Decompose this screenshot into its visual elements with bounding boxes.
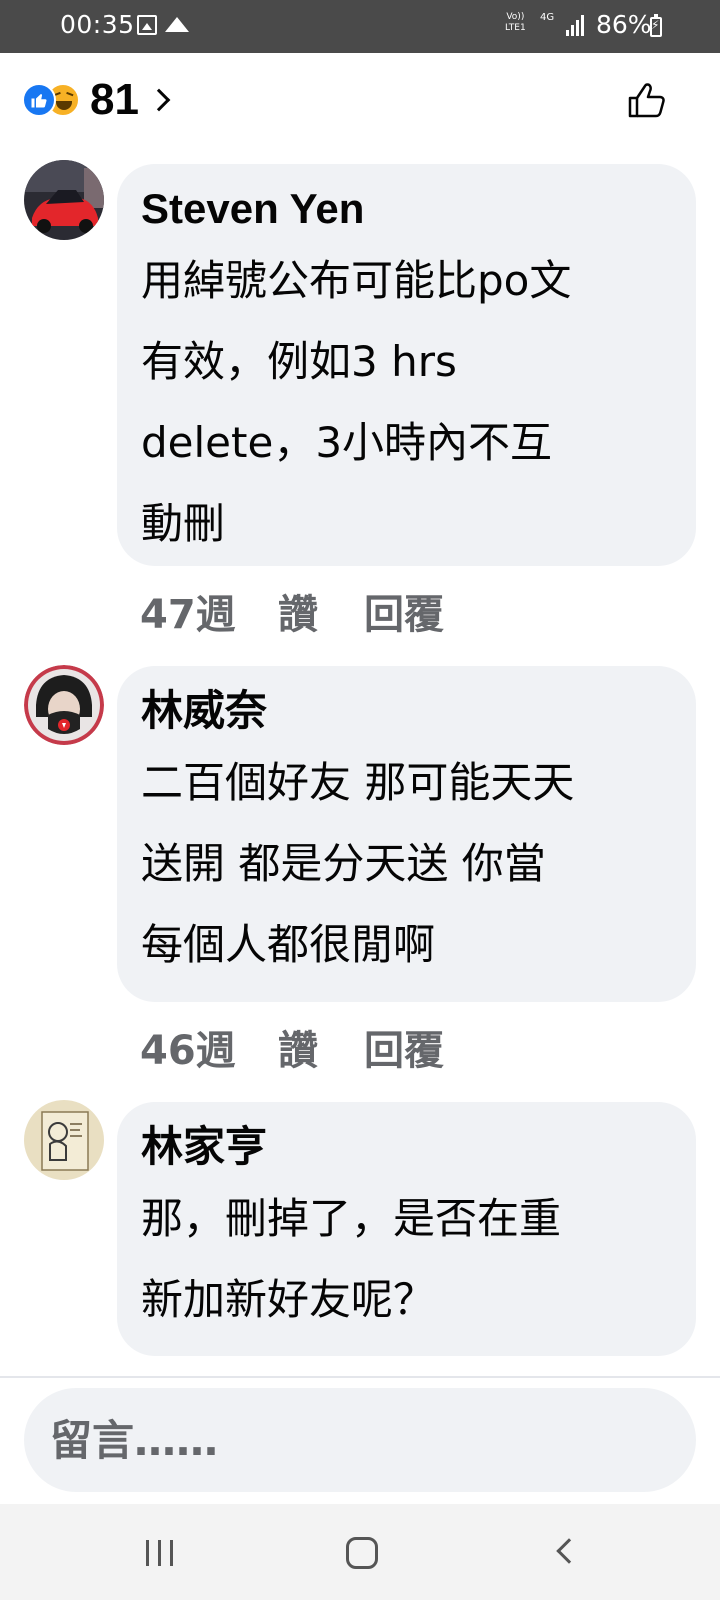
comment-text: 那，刪掉了，是否在重 新加新好友呢？: [141, 1178, 672, 1340]
comment-line: 新加新好友呢？: [141, 1275, 436, 1324]
avatar[interactable]: [24, 1100, 104, 1180]
comment-text: 用綽號公布可能比po文 有效，例如3 hrs delete，3小時內不互 動刪: [141, 240, 672, 564]
avatar[interactable]: [24, 665, 104, 745]
comment-line: 動刪: [141, 499, 226, 548]
comment-line: 用綽號公布可能比po文: [141, 256, 572, 305]
comment-input[interactable]: [50, 1415, 670, 1465]
comment-bubble[interactable]: 林家亨 那，刪掉了，是否在重 新加新好友呢？: [117, 1102, 696, 1356]
signal-icon: [566, 14, 586, 36]
comment-composer[interactable]: [24, 1388, 696, 1492]
comment-line: 送開 都是分天送 你當: [141, 839, 546, 888]
volte-label: Vo)): [506, 12, 525, 22]
comment-bubble[interactable]: 林威奈 二百個好友 那可能天天 送開 都是分天送 你當 每個人都很閒啊: [117, 666, 696, 1002]
home-button[interactable]: [346, 1537, 378, 1569]
comment-timestamp: 46週: [140, 1028, 236, 1074]
network-type: 4G: [540, 12, 555, 23]
like-post-button[interactable]: [626, 78, 670, 122]
recent-apps-button[interactable]: [146, 1540, 174, 1566]
reaction-count: 81: [90, 75, 139, 124]
thumbs-up-outline-icon: [628, 83, 665, 118]
comment-author[interactable]: 林威奈: [141, 683, 672, 739]
comment-author[interactable]: 林家亨: [141, 1119, 672, 1175]
battery-charging-icon: [650, 14, 662, 37]
like-comment-button[interactable]: 讚: [278, 1018, 364, 1076]
lte-label: LTE1: [505, 23, 526, 33]
comment-line: 二百個好友 那可能天天: [141, 758, 575, 807]
avatar[interactable]: [24, 160, 104, 240]
status-time: 00:35: [60, 10, 135, 39]
comment-line: 每個人都很閒啊: [141, 920, 436, 969]
back-button[interactable]: [556, 1538, 582, 1564]
status-bar: 00:35 Vo)) LTE1 4G 86%: [0, 0, 720, 53]
volte-indicator: Vo)) LTE1: [505, 12, 526, 34]
comment-author[interactable]: Steven Yen: [141, 181, 672, 237]
composer-divider: [0, 1376, 720, 1378]
comment-text: 二百個好友 那可能天天 送開 都是分天送 你當 每個人都很閒啊: [141, 742, 672, 985]
comment-line: 那，刪掉了，是否在重: [141, 1194, 562, 1243]
comment-bubble[interactable]: Steven Yen 用綽號公布可能比po文 有效，例如3 hrs delete…: [117, 164, 696, 566]
comment-timestamp: 47週: [140, 592, 236, 638]
navigation-bar: [0, 1504, 720, 1600]
reply-button[interactable]: 回覆: [364, 1018, 444, 1076]
like-comment-button[interactable]: 讚: [278, 582, 364, 640]
chevron-right-icon: [147, 88, 171, 112]
comment-meta: 46週 讚 回覆: [140, 1022, 444, 1074]
reactions-summary[interactable]: 81: [22, 75, 171, 124]
comment-line: delete，3小時內不互: [141, 418, 553, 467]
comment-meta: 47週 讚 回覆: [140, 586, 444, 638]
comment-line: 有效，例如3 hrs: [141, 337, 457, 386]
gallery-notification-icon: [137, 15, 157, 35]
photo-notification-icon: [165, 17, 189, 32]
reply-button[interactable]: 回覆: [364, 582, 444, 640]
battery-percent: 86%: [596, 10, 652, 39]
like-reaction-icon: [22, 83, 56, 117]
